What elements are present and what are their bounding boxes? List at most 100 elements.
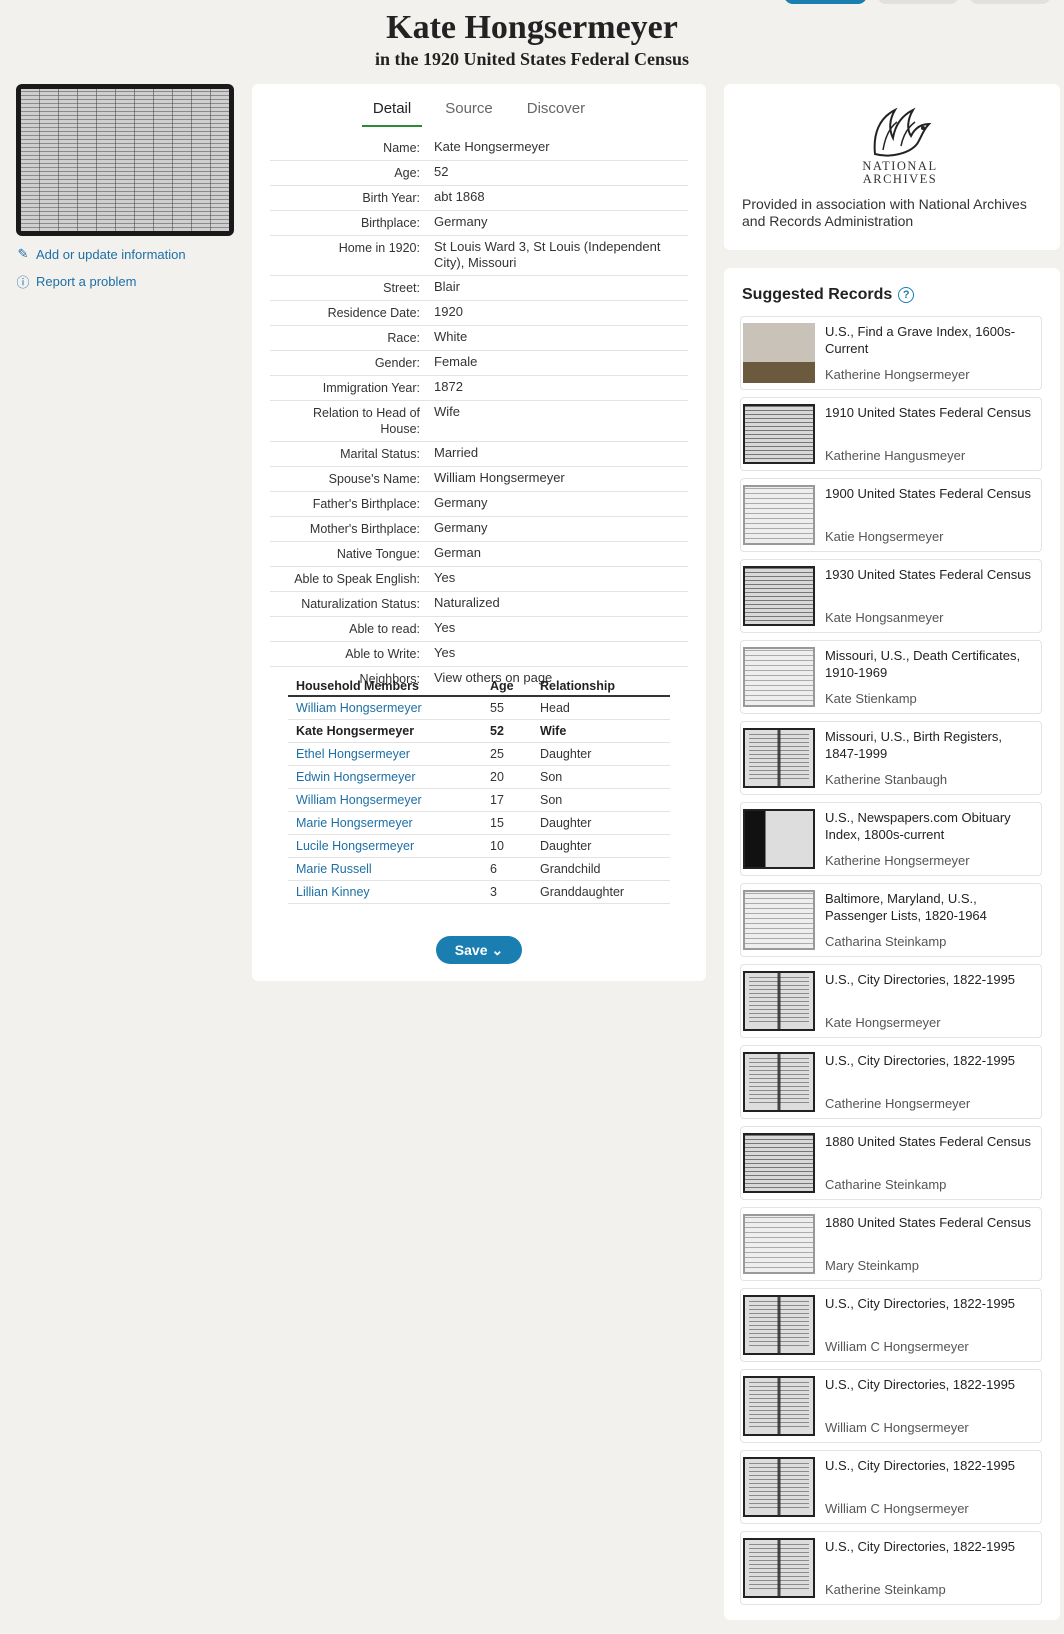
help-icon[interactable]: ? — [898, 287, 915, 303]
suggested-record-item[interactable]: 1880 United States Federal Census Mary St… — [740, 1207, 1042, 1281]
archives-description: Provided in association with National Ar… — [742, 196, 1027, 229]
record-person-name: Kate Hongsermeyer — [825, 1015, 941, 1030]
household-relationship: Head — [532, 696, 670, 720]
household-relationship: Daughter — [532, 834, 670, 858]
record-collection-title: 1880 United States Federal Census — [825, 1215, 1031, 1230]
household-row: William Hongsermeyer 17 Son — [288, 788, 670, 812]
field-label: Marital Status: — [340, 447, 420, 461]
top-tertiary-button[interactable] — [969, 0, 1051, 4]
household-member-link[interactable]: Lillian Kinney — [288, 880, 482, 904]
record-person-name: Katherine Hongsermeyer — [825, 367, 970, 382]
field-label: Able to read: — [349, 622, 420, 636]
tab-detail[interactable]: Detail — [361, 100, 423, 127]
add-update-link[interactable]: ✎ Add or update information — [16, 246, 186, 262]
suggested-record-item[interactable]: 1900 United States Federal Census Katie H… — [740, 478, 1042, 552]
chevron-down-icon: ⌄ — [491, 941, 504, 958]
record-collection-title: U.S., City Directories, 1822-1995 — [825, 1377, 1016, 1392]
household-age: 6 — [482, 857, 532, 881]
record-collection-title: U.S., Find a Grave Index, 1600s-Current — [825, 324, 1016, 356]
field-row: Street: Blair — [270, 276, 688, 301]
field-row: Naturalization Status: Naturalized — [270, 592, 688, 617]
field-row: Race: White — [270, 326, 688, 351]
field-label: Street: — [383, 281, 420, 295]
field-row: Able to Speak English: Yes — [270, 567, 688, 592]
household-member-link[interactable]: William Hongsermeyer — [288, 696, 482, 720]
record-collection-title: U.S., City Directories, 1822-1995 — [825, 1458, 1016, 1473]
field-label: Father's Birthplace: — [312, 497, 420, 511]
suggested-record-item[interactable]: U.S., Newspapers.com Obituary Index, 180… — [740, 802, 1042, 876]
record-person-name: Katie Hongsermeyer — [825, 529, 944, 544]
suggested-record-item[interactable]: 1910 United States Federal Census Katheri… — [740, 397, 1042, 471]
report-problem-link[interactable]: ⓘ Report a problem — [16, 272, 136, 291]
record-tabs: Detail Source Discover — [252, 100, 706, 127]
tab-source[interactable]: Source — [434, 100, 504, 127]
suggested-record-item[interactable]: Missouri, U.S., Death Certificates, 1910… — [740, 640, 1042, 714]
household-member-link[interactable]: Marie Russell — [288, 857, 482, 881]
field-value: Germany — [434, 520, 488, 535]
suggested-records-card: Suggested Records ? U.S., Find a Grave I… — [724, 268, 1060, 1620]
pencil-icon: ✎ — [17, 246, 29, 261]
record-text: U.S., City Directories, 1822-1995 William… — [825, 1457, 1015, 1517]
record-thumbnail — [743, 890, 815, 950]
household-row: Lucile Hongsermeyer 10 Daughter — [288, 834, 670, 858]
record-collection-title: Baltimore, Maryland, U.S., Passenger Lis… — [825, 891, 987, 923]
household-header-row: Household Members Age Relationship — [288, 676, 670, 697]
suggested-record-item[interactable]: U.S., City Directories, 1822-1995 William… — [740, 1288, 1042, 1362]
field-value: Kate Hongsermeyer — [434, 139, 550, 154]
suggested-record-item[interactable]: U.S., Find a Grave Index, 1600s-Current K… — [740, 316, 1042, 390]
field-row: Birth Year: abt 1868 — [270, 186, 688, 211]
field-row: Birthplace: Germany — [270, 211, 688, 236]
household-relationship: Daughter — [532, 742, 670, 766]
field-label: Age: — [394, 166, 420, 180]
suggested-record-item[interactable]: U.S., City Directories, 1822-1995 Kate Ho… — [740, 964, 1042, 1038]
record-text: U.S., City Directories, 1822-1995 Katheri… — [825, 1538, 1015, 1598]
record-fields: Name: Kate Hongsermeyer Age: 52 Birth Year: a… — [270, 136, 688, 691]
suggested-record-item[interactable]: U.S., City Directories, 1822-1995 Katheri… — [740, 1531, 1042, 1605]
logo-text-line2: ARCHIVES — [862, 172, 938, 186]
suggested-record-item[interactable]: Missouri, U.S., Birth Registers, 1847-19… — [740, 721, 1042, 795]
household-member-link[interactable]: Lucile Hongsermeyer — [288, 834, 482, 858]
suggested-record-item[interactable]: Baltimore, Maryland, U.S., Passenger Lis… — [740, 883, 1042, 957]
save-button[interactable]: Save ⌄ — [436, 936, 522, 964]
field-label: Birth Year: — [362, 191, 420, 205]
record-text: U.S., City Directories, 1822-1995 Kate Ho… — [825, 971, 1015, 1031]
field-value: Female — [434, 354, 478, 369]
record-image-thumbnail[interactable] — [16, 84, 234, 236]
record-person-name: Katherine Hangusmeyer — [825, 448, 966, 463]
household-age: 52 — [482, 719, 532, 743]
household-relationship: Son — [532, 765, 670, 789]
household-member-link[interactable]: Ethel Hongsermeyer — [288, 742, 482, 766]
top-secondary-button[interactable] — [877, 0, 959, 4]
household-row: Marie Russell 6 Grandchild — [288, 857, 670, 881]
suggested-record-item[interactable]: U.S., City Directories, 1822-1995 William… — [740, 1450, 1042, 1524]
record-text: U.S., Newspapers.com Obituary Index, 180… — [825, 809, 1035, 869]
household-relationship: Grandchild — [532, 857, 670, 881]
suggested-record-item[interactable]: 1930 United States Federal Census Kate Ho… — [740, 559, 1042, 633]
household-member-link[interactable]: William Hongsermeyer — [288, 788, 482, 812]
record-person-name: Katherine Hongsermeyer — [825, 853, 970, 868]
record-text: 1930 United States Federal Census Kate Ho… — [825, 566, 1031, 626]
eagle-icon — [873, 107, 932, 157]
field-label: Birthplace: — [360, 216, 420, 230]
suggested-record-item[interactable]: U.S., City Directories, 1822-1995 William… — [740, 1369, 1042, 1443]
save-label: Save — [454, 942, 488, 958]
household-member-link: Kate Hongsermeyer — [288, 719, 482, 743]
record-detail-card: Detail Source Discover Name: Kate Hongser… — [252, 84, 706, 981]
tab-discover[interactable]: Discover — [516, 100, 596, 127]
record-text: 1900 United States Federal Census Katie H… — [825, 485, 1031, 545]
field-label: Able to Speak English: — [294, 572, 420, 586]
record-thumbnail — [743, 404, 815, 464]
field-row: Marital Status: Married — [270, 442, 688, 467]
household-row: Marie Hongsermeyer 15 Daughter — [288, 811, 670, 835]
suggested-record-item[interactable]: 1880 United States Federal Census Cathari… — [740, 1126, 1042, 1200]
household-relationship: Granddaughter — [532, 880, 670, 904]
record-text: 1910 United States Federal Census Katheri… — [825, 404, 1031, 464]
field-row: Relation to Head of House: Wife — [270, 401, 688, 442]
household-member-link[interactable]: Edwin Hongsermeyer — [288, 765, 482, 789]
suggested-record-item[interactable]: U.S., City Directories, 1822-1995 Catheri… — [740, 1045, 1042, 1119]
field-row: Spouse's Name: William Hongsermeyer — [270, 467, 688, 492]
household-relationship: Son — [532, 788, 670, 812]
field-value: Naturalized — [434, 595, 500, 610]
household-member-link[interactable]: Marie Hongsermeyer — [288, 811, 482, 835]
top-primary-button[interactable] — [784, 0, 867, 4]
